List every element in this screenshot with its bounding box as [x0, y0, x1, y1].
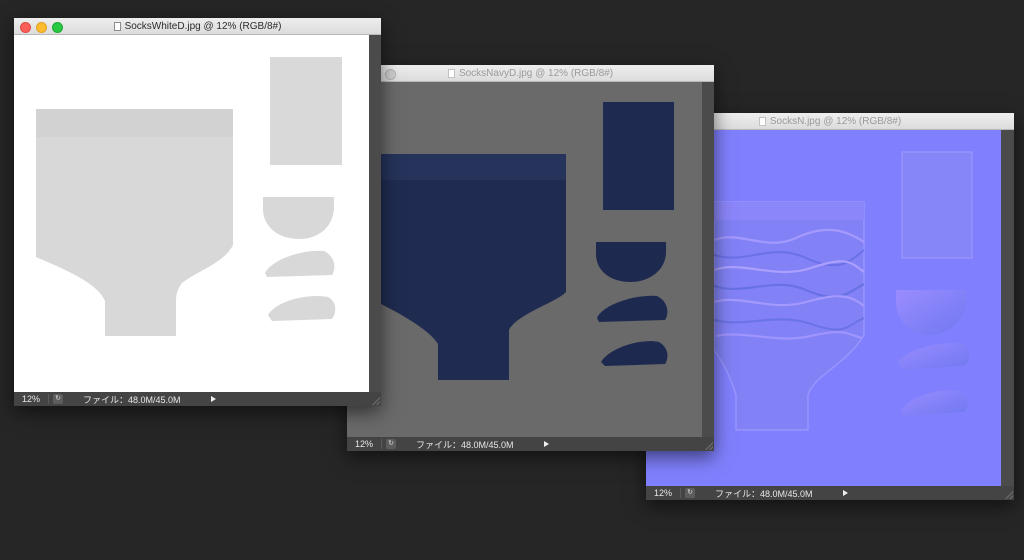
circle-arrow-icon[interactable]: ↻ [53, 394, 63, 404]
window-controls[interactable] [20, 22, 63, 33]
resize-handle[interactable] [372, 397, 380, 405]
sock-body-piece [36, 109, 233, 336]
vertical-scrollbar[interactable] [702, 82, 714, 437]
sock-body-piece [381, 154, 566, 380]
navy-diffuse-image [381, 102, 674, 380]
document-icon [758, 116, 766, 126]
sock-side-panel [603, 102, 674, 210]
toe-piece-1 [265, 250, 335, 277]
status-bar: 12% ↻ ファイル：48.0M/45.0M [347, 437, 714, 451]
sock-side-panel [901, 151, 973, 259]
close-button[interactable] [20, 22, 31, 33]
window-titlebar[interactable]: SocksNavyD.jpg @ 12% (RGB/8#) [347, 65, 714, 82]
zoom-level[interactable]: 12% [646, 488, 681, 498]
sock-cuff-band [714, 202, 864, 220]
play-triangle-icon[interactable] [211, 396, 216, 402]
document-icon [447, 68, 455, 78]
vertical-scrollbar[interactable] [369, 35, 381, 392]
sock-side-panel [270, 57, 342, 165]
file-size-info: ファイル：48.0M/45.0M [83, 394, 181, 405]
vertical-scrollbar[interactable] [1001, 130, 1014, 486]
image-canvas[interactable] [14, 35, 369, 392]
zoom-level[interactable]: 12% [14, 394, 49, 404]
toe-piece-2 [268, 295, 336, 321]
document-icon [113, 21, 121, 31]
document-window-white[interactable]: SocksWhiteD.jpg @ 12% (RGB/8#) 12% ↻ ファイ… [14, 18, 381, 406]
toe-piece-2 [901, 390, 968, 416]
sock-cuff-band [381, 154, 566, 180]
window-title: SocksN.jpg @ 12% (RGB/8#) [769, 115, 902, 127]
sock-cuff-band [36, 109, 233, 137]
zoom-button[interactable] [52, 22, 63, 33]
heel-piece [263, 197, 334, 239]
heel-piece [596, 242, 666, 282]
heel-piece [896, 290, 966, 335]
window-title: SocksNavyD.jpg @ 12% (RGB/8#) [458, 67, 614, 79]
toe-piece-1 [898, 342, 970, 370]
status-bar: 12% ↻ ファイル：48.0M/45.0M [14, 392, 381, 406]
resize-handle[interactable] [705, 442, 713, 450]
play-triangle-icon[interactable] [544, 441, 549, 447]
resize-handle[interactable] [1005, 491, 1013, 499]
white-diffuse-image [36, 57, 342, 336]
file-size-info: ファイル：48.0M/45.0M [715, 488, 813, 499]
circle-arrow-icon[interactable]: ↻ [685, 488, 695, 498]
zoom-level[interactable]: 12% [347, 439, 382, 449]
file-size-info: ファイル：48.0M/45.0M [416, 439, 514, 450]
zoom-button[interactable] [385, 69, 396, 80]
document-window-navy[interactable]: SocksNavyD.jpg @ 12% (RGB/8#) 12% ↻ ファイル… [347, 65, 714, 451]
toe-piece-2 [601, 341, 668, 366]
status-bar: 12% ↻ ファイル：48.0M/45.0M [646, 486, 1014, 500]
circle-arrow-icon[interactable]: ↻ [386, 439, 396, 449]
minimize-button[interactable] [36, 22, 47, 33]
image-canvas[interactable] [347, 82, 702, 437]
window-title: SocksWhiteD.jpg @ 12% (RGB/8#) [124, 20, 282, 32]
window-titlebar[interactable]: SocksWhiteD.jpg @ 12% (RGB/8#) [14, 18, 381, 35]
toe-piece-1 [597, 295, 668, 322]
play-triangle-icon[interactable] [843, 490, 848, 496]
sock-body-piece [713, 201, 865, 431]
